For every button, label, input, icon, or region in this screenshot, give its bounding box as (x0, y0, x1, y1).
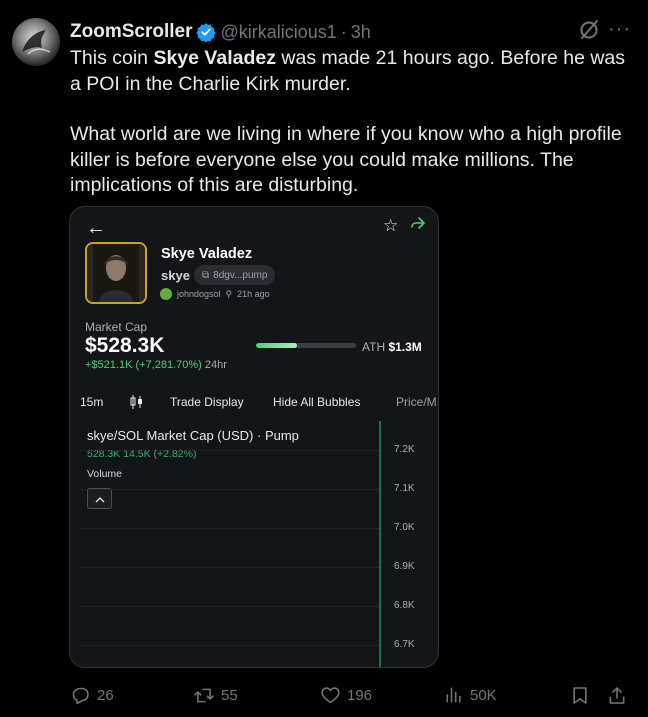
price-tick-label: 6.8K (394, 600, 415, 611)
verified-badge-icon (196, 22, 217, 42)
copy-icon: ⧉ (202, 269, 210, 281)
chart-gridline (80, 645, 379, 646)
creator-avatar-icon (160, 288, 172, 300)
pill-icon: ⚲ (225, 288, 233, 299)
volume-label: Volume (87, 468, 123, 480)
reply-count: 26 (97, 686, 114, 704)
price-tick-label: 6.7K (394, 639, 415, 650)
tweet-paragraph-1: This coin Skye Valadez was made 21 hours… (70, 47, 626, 95)
share-arrow-icon (410, 215, 426, 236)
market-cap-label: Market Cap (85, 320, 148, 334)
hide-bubbles-button: Hide All Bubbles (273, 395, 361, 409)
chart-title: skye/SOL Market Cap (USD) · Pump (87, 428, 299, 443)
chevron-up-icon (95, 490, 105, 508)
author-name[interactable]: ZoomScroller (70, 21, 192, 43)
chart-gridline (80, 489, 379, 490)
token-age: 21h ago (237, 289, 270, 299)
author-avatar[interactable] (12, 18, 60, 66)
chart-gridline (80, 450, 379, 451)
chart-gridline (80, 528, 379, 529)
repost-button[interactable]: 55 (193, 682, 238, 708)
tweet-paragraph-2: What world are we living in where if you… (70, 123, 622, 196)
reply-button[interactable]: 26 (70, 682, 114, 708)
price-tick-label: 7.2K (394, 444, 415, 455)
chart-gridline (80, 567, 379, 568)
repost-count: 55 (221, 686, 238, 704)
embedded-screenshot[interactable]: ← ☆ Skye Valadez skye ⧉ 8dgv...pump john… (69, 206, 439, 668)
chart-toolbar: 15m Trade Display Hide All Bubbles Price… (70, 393, 438, 413)
price-tick-label: 6.9K (394, 561, 415, 572)
price-scale-divider (379, 421, 381, 667)
bookmark-icon (573, 686, 587, 704)
more-icon[interactable]: ··· (608, 19, 631, 39)
separator-dot: · (340, 21, 347, 42)
market-cap-change: +$521.1K (+7,281.70%) 24hr (85, 359, 227, 371)
grok-icon[interactable] (577, 18, 601, 47)
creator-row: johndogsol ⚲ 21h ago (160, 288, 270, 300)
heart-icon (321, 686, 340, 703)
token-image (85, 242, 147, 304)
author-handle[interactable]: @kirkalicious1 (220, 22, 336, 43)
candlestick-icon (130, 394, 144, 413)
creator-name: johndogsol (177, 289, 221, 299)
bookmark-button[interactable] (570, 682, 590, 708)
tweet-actions: 26 55 196 50K (0, 682, 648, 708)
repost-icon (194, 688, 214, 702)
views-count: 50K (470, 686, 497, 704)
tweet-text: This coin Skye Valadez was made 21 hours… (70, 46, 636, 199)
reply-icon (72, 687, 89, 704)
views-button[interactable]: 50K (444, 682, 497, 708)
share-icon (609, 686, 625, 704)
collapse-button (87, 488, 112, 509)
bold-name: Skye Valadez (153, 47, 276, 69)
ath-progress-bar (256, 343, 356, 348)
star-icon: ☆ (383, 216, 399, 235)
chart-gridline (80, 606, 379, 607)
ath-progress-fill (256, 343, 297, 348)
contract-address: ⧉ 8dgv...pump (194, 265, 276, 285)
back-arrow-icon: ← (86, 217, 106, 239)
interval-selector: 15m (80, 395, 104, 409)
trade-display-button: Trade Display (170, 395, 244, 409)
share-button[interactable] (607, 682, 627, 708)
token-name: Skye Valadez (161, 246, 253, 262)
market-cap-value: $528.3K (85, 334, 165, 357)
like-button[interactable]: 196 (320, 682, 372, 708)
tweet-header: ZoomScroller @kirkalicious1 · 3h (70, 20, 371, 44)
price-tick-label: 7.1K (394, 483, 415, 494)
like-count: 196 (347, 686, 373, 704)
tweet-timestamp[interactable]: 3h (351, 22, 371, 43)
views-icon (446, 687, 461, 703)
ath-label: ATH $1.3M (362, 340, 422, 354)
price-toggle: Price/M (396, 395, 437, 409)
price-tick-label: 7.0K (394, 522, 415, 533)
token-ticker: skye (161, 268, 190, 283)
